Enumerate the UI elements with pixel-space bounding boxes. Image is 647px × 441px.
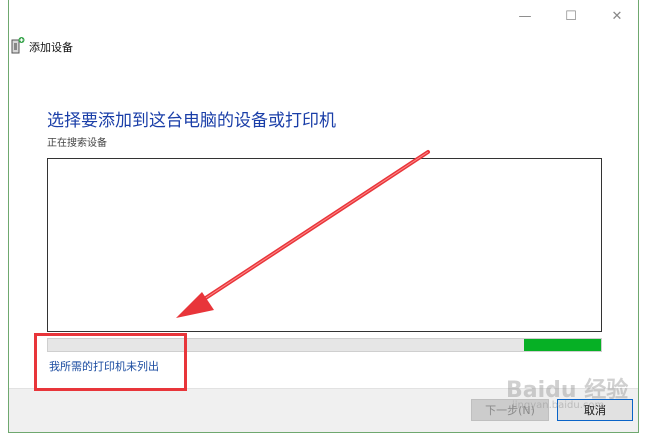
add-device-window: — ☐ ✕ 添加设备 选择要添加到这台电脑的设备或打印机 正在搜索设备 我所需的…	[8, 0, 639, 433]
close-button[interactable]: ✕	[607, 7, 627, 25]
search-status: 正在搜索设备	[47, 138, 107, 149]
cancel-button[interactable]: 取消	[557, 399, 633, 421]
printer-not-listed-link[interactable]: 我所需的打印机未列出	[49, 358, 159, 374]
next-button[interactable]: 下一步(N)	[471, 399, 549, 421]
device-list[interactable]	[47, 158, 602, 332]
page-heading: 选择要添加到这台电脑的设备或打印机	[47, 111, 336, 131]
progress-fill	[523, 339, 601, 351]
maximize-button[interactable]: ☐	[561, 7, 581, 25]
printer-icon	[11, 37, 25, 54]
window-title: 添加设备	[29, 41, 73, 54]
minimize-button[interactable]: —	[515, 7, 535, 25]
footer-bar: 下一步(N) 取消	[9, 388, 638, 432]
search-progress-bar	[47, 338, 602, 352]
